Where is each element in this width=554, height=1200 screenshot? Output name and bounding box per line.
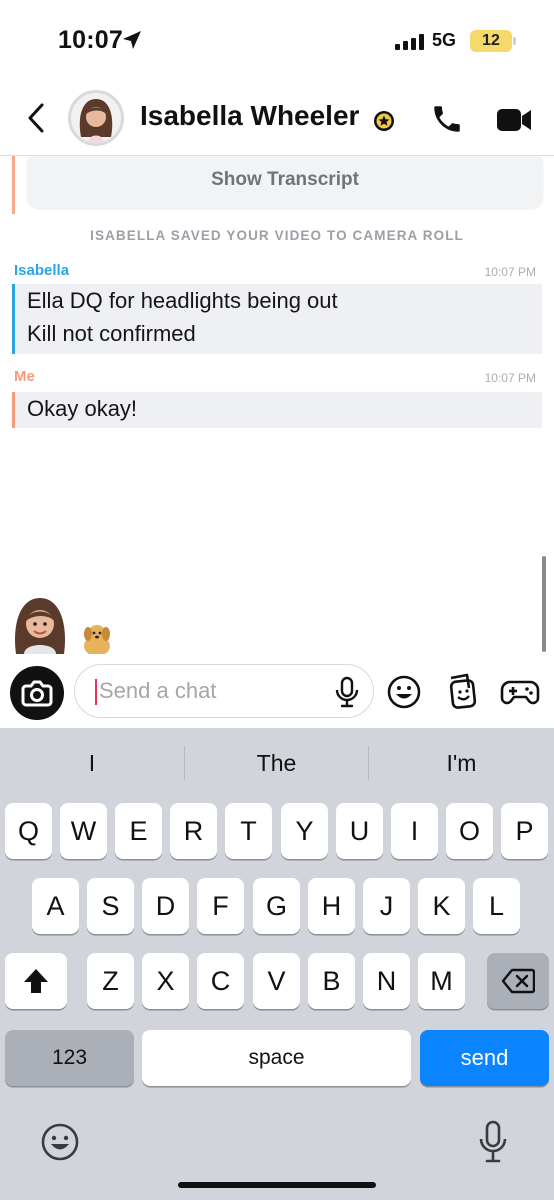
shift-key[interactable] (5, 953, 67, 1009)
keyboard: I The I'm Q W E R T Y U I O P A S D F G … (0, 728, 554, 1200)
key-z[interactable]: Z (87, 953, 134, 1009)
suggestion-3[interactable]: I'm (369, 728, 554, 798)
dog-bitmoji (84, 625, 110, 654)
home-indicator[interactable] (178, 1182, 376, 1188)
chat-input[interactable]: Send a chat (74, 664, 374, 718)
key-x[interactable]: X (142, 953, 189, 1009)
numbers-key[interactable]: 123 (5, 1030, 134, 1086)
bitmoji-avatar (15, 598, 65, 654)
camera-icon (21, 680, 53, 707)
key-o[interactable]: O (446, 803, 493, 859)
location-arrow-icon (123, 31, 141, 49)
key-f[interactable]: F (197, 878, 244, 934)
scrollbar[interactable] (542, 556, 546, 652)
sticker-icon[interactable] (443, 672, 479, 710)
network-type: 5G (432, 30, 457, 50)
key-e[interactable]: E (115, 803, 162, 859)
sender-label-me: Me (14, 368, 35, 385)
key-i[interactable]: I (391, 803, 438, 859)
key-d[interactable]: D (142, 878, 189, 934)
message-me[interactable]: Okay okay! (12, 392, 542, 428)
key-b[interactable]: B (308, 953, 355, 1009)
chat-history[interactable]: Show Transcript ISABELLA SAVED YOUR VIDE… (0, 156, 554, 654)
phone-icon[interactable] (430, 102, 464, 136)
key-u[interactable]: U (336, 803, 383, 859)
microphone-icon[interactable] (333, 676, 361, 708)
key-m[interactable]: M (418, 953, 465, 1009)
sender-label-isabella: Isabella (14, 262, 70, 279)
message-isabella[interactable]: Ella DQ for headlights being out Kill no… (12, 284, 542, 354)
backspace-key[interactable] (487, 953, 549, 1009)
key-h[interactable]: H (308, 878, 355, 934)
key-t[interactable]: T (225, 803, 272, 859)
key-s[interactable]: S (87, 878, 134, 934)
star-badge-icon (374, 111, 394, 131)
key-c[interactable]: C (197, 953, 244, 1009)
backspace-icon (501, 968, 536, 994)
send-key[interactable]: send (420, 1030, 549, 1086)
signal-icon (395, 34, 424, 50)
camera-button[interactable] (10, 666, 64, 720)
message-line: Ella DQ for headlights being out (27, 288, 338, 313)
message-timestamp: 10:07 PM (484, 265, 536, 279)
chat-input-placeholder: Send a chat (99, 678, 217, 703)
key-r[interactable]: R (170, 803, 217, 859)
battery-tip (513, 37, 516, 45)
suggestion-1[interactable]: I (0, 728, 184, 798)
key-q[interactable]: Q (5, 803, 52, 859)
keyboard-emoji-icon[interactable] (40, 1122, 80, 1162)
chat-header: Isabella Wheeler (0, 80, 554, 156)
message-line: Okay okay! (27, 396, 138, 421)
shift-icon (24, 969, 48, 993)
key-y[interactable]: Y (281, 803, 328, 859)
show-transcript-button[interactable]: Show Transcript (27, 156, 543, 208)
key-p[interactable]: P (501, 803, 548, 859)
game-controller-icon[interactable] (500, 676, 540, 708)
emoji-icon[interactable] (386, 674, 422, 710)
dictation-mic-icon[interactable] (478, 1120, 508, 1164)
contact-name[interactable]: Isabella Wheeler (140, 100, 359, 132)
key-a[interactable]: A (32, 878, 79, 934)
battery-indicator: 12 (470, 30, 512, 52)
back-chevron-icon[interactable] (22, 100, 52, 136)
suggestion-2[interactable]: The (185, 728, 368, 798)
chat-input-bar: Send a chat (0, 654, 554, 728)
key-v[interactable]: V (253, 953, 300, 1009)
status-bar: 10:07 5G 12 (0, 0, 554, 80)
key-j[interactable]: J (363, 878, 410, 934)
previous-snap-card: Show Transcript (12, 156, 543, 214)
key-l[interactable]: L (473, 878, 520, 934)
key-k[interactable]: K (418, 878, 465, 934)
space-key[interactable]: space (142, 1030, 411, 1086)
message-line: Kill not confirmed (27, 321, 196, 346)
text-cursor (95, 679, 97, 705)
avatar[interactable] (68, 90, 124, 146)
key-g[interactable]: G (253, 878, 300, 934)
message-timestamp: 10:07 PM (484, 371, 536, 385)
video-icon[interactable] (496, 106, 532, 134)
key-w[interactable]: W (60, 803, 107, 859)
save-notification: ISABELLA SAVED YOUR VIDEO TO CAMERA ROLL (90, 228, 464, 243)
key-n[interactable]: N (363, 953, 410, 1009)
status-time: 10:07 (58, 26, 123, 54)
